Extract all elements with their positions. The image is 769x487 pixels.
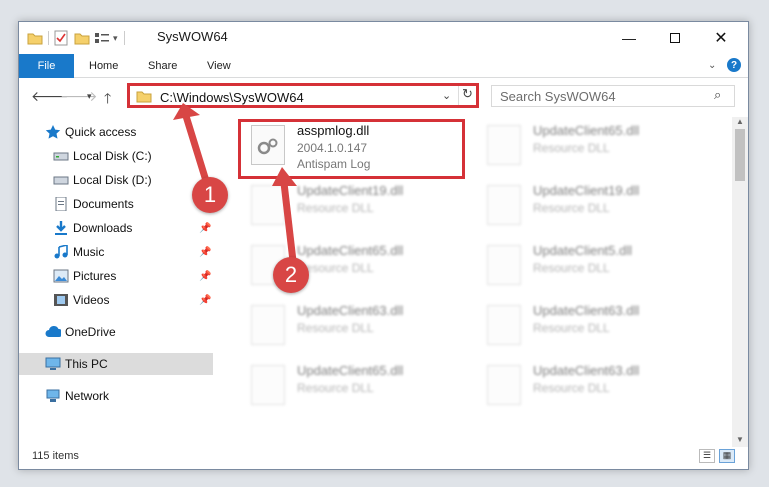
arrow-2-head: [272, 167, 297, 186]
annotation-arrows: [173, 103, 297, 265]
arrow-2: [280, 179, 297, 265]
arrow-1: [182, 112, 211, 188]
arrow-1-head: [173, 103, 200, 120]
step-badge-2: 2: [273, 257, 309, 293]
step-badge-1: 1: [192, 177, 228, 213]
